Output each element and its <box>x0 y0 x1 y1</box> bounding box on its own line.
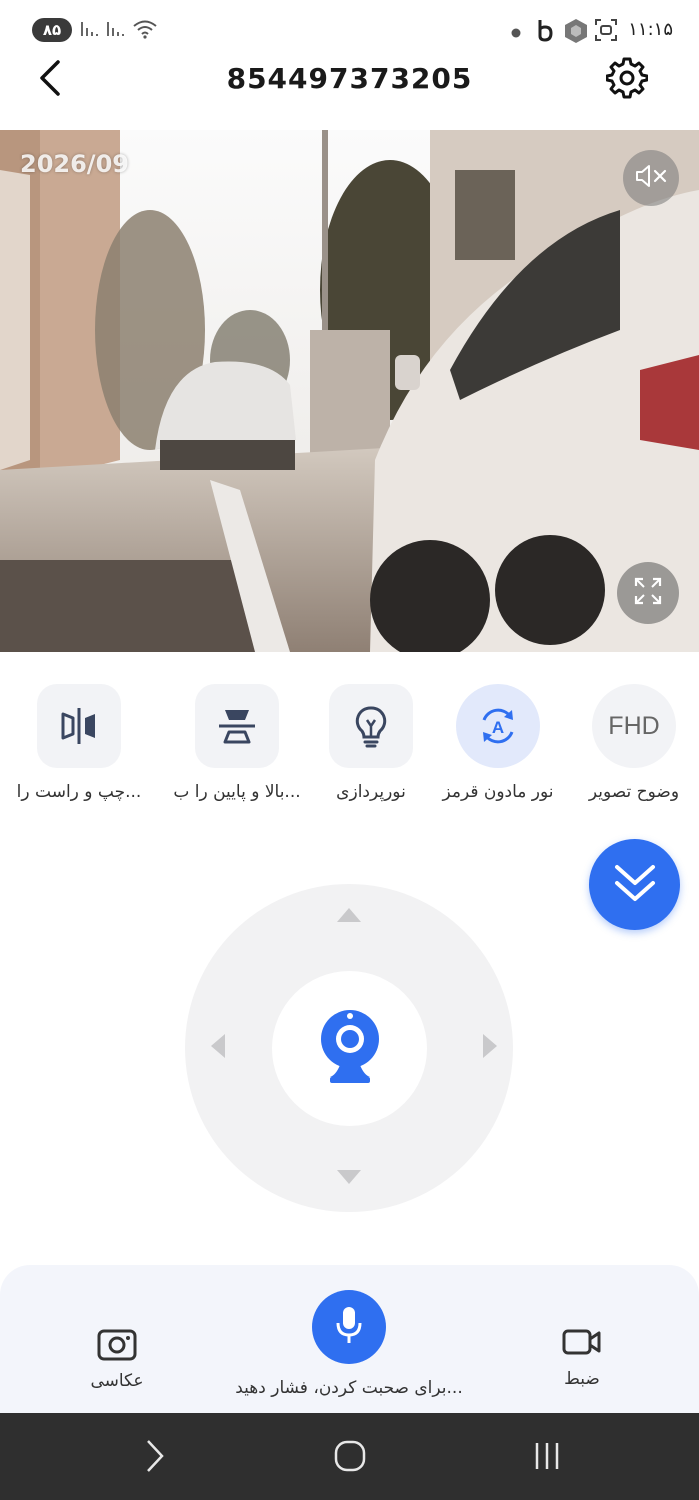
microphone-button[interactable] <box>312 1290 386 1364</box>
nav-back-button[interactable] <box>130 1435 180 1481</box>
fullscreen-button[interactable] <box>617 562 679 624</box>
infrared-button[interactable]: A نور مادون قرمز <box>428 682 568 812</box>
header: 854497373205 <box>0 48 699 114</box>
resolution-label: وضوح تصویر <box>588 782 680 802</box>
nav-recents-button[interactable] <box>522 1435 572 1481</box>
ptz-center <box>272 971 427 1126</box>
collapse-button[interactable] <box>589 839 680 930</box>
ptz-left-button[interactable] <box>203 1033 233 1063</box>
chevron-right-icon <box>145 1439 165 1477</box>
talk-label: ...برای صحبت کردن، فشار دهید <box>235 1378 463 1398</box>
battery-indicator: ۸۵ <box>32 18 72 42</box>
record-button[interactable]: ضبط <box>540 1327 624 1389</box>
speaker-muted-icon <box>634 163 668 193</box>
camera-icon <box>97 1329 137 1365</box>
gear-icon <box>605 57 649 103</box>
arrow-left-icon <box>210 1033 226 1063</box>
arrow-up-icon <box>336 907 362 927</box>
snapshot-label: عکاسی <box>90 1371 144 1391</box>
ptz-up-button[interactable] <box>334 902 364 932</box>
auto-infrared-icon: A <box>456 684 540 768</box>
video-camera-icon <box>562 1329 602 1361</box>
function-toolbar: FHD وضوح تصویر A نور مادون قرمز نورپرداز… <box>0 682 699 812</box>
ptz-right-button[interactable] <box>475 1033 505 1063</box>
arrow-down-icon <box>336 1169 362 1189</box>
camera-scene-image <box>0 130 699 652</box>
ptz-down-button[interactable] <box>334 1164 364 1194</box>
talk-button[interactable]: ...برای صحبت کردن، فشار دهید <box>230 1290 468 1398</box>
flip-vertical-button[interactable]: ...بالا و پایین را ب <box>167 682 307 812</box>
svg-text:A: A <box>492 718 504 737</box>
flip-horizontal-label: ...چپ و راست را <box>16 782 142 802</box>
record-label: ضبط <box>564 1369 600 1389</box>
home-circle-icon <box>333 1439 367 1477</box>
signal-icon <box>106 18 126 44</box>
bottom-action-panel: ضبط ...برای صحبت کردن، فشار دهید عکاسی <box>0 1265 699 1415</box>
resolution-button[interactable]: FHD وضوح تصویر <box>564 682 699 812</box>
flip-vertical-icon <box>195 684 279 768</box>
wifi-icon <box>132 18 158 44</box>
webcam-icon <box>318 1009 382 1089</box>
device-title: 854497373205 <box>226 62 473 95</box>
lighting-button[interactable]: نورپردازی <box>301 682 441 812</box>
snapshot-button[interactable]: عکاسی <box>75 1327 159 1391</box>
video-timestamp: 2026/09 <box>20 150 129 178</box>
recents-icon <box>532 1439 562 1477</box>
hexagon-icon <box>563 18 589 48</box>
nav-home-button[interactable] <box>325 1435 375 1481</box>
fhd-label: FHD <box>608 711 660 740</box>
microphone-icon <box>334 1305 364 1349</box>
settings-button[interactable] <box>605 57 649 103</box>
lightbulb-icon <box>329 684 413 768</box>
system-navigation-bar <box>0 1413 699 1500</box>
infrared-label: نور مادون قرمز <box>442 782 554 802</box>
arrow-right-icon <box>482 1033 498 1063</box>
dot-icon <box>510 24 522 43</box>
fhd-icon: FHD <box>592 684 676 768</box>
camera-video-feed[interactable]: 2026/09 <box>0 130 699 652</box>
lighting-label: نورپردازی <box>336 782 406 802</box>
scan-icon <box>594 18 618 46</box>
flip-horizontal-icon <box>37 684 121 768</box>
flip-horizontal-button[interactable]: ...چپ و راست را <box>9 682 149 812</box>
signal-icon <box>80 18 100 44</box>
flip-vertical-label: ...بالا و پایین را ب <box>173 782 301 802</box>
ptz-joystick[interactable] <box>185 884 513 1212</box>
b-icon <box>535 18 555 46</box>
clock: ۱۱:۱۵ <box>628 19 673 40</box>
fullscreen-icon <box>633 576 663 610</box>
double-chevron-down-icon <box>611 861 659 909</box>
mute-button[interactable] <box>623 150 679 206</box>
